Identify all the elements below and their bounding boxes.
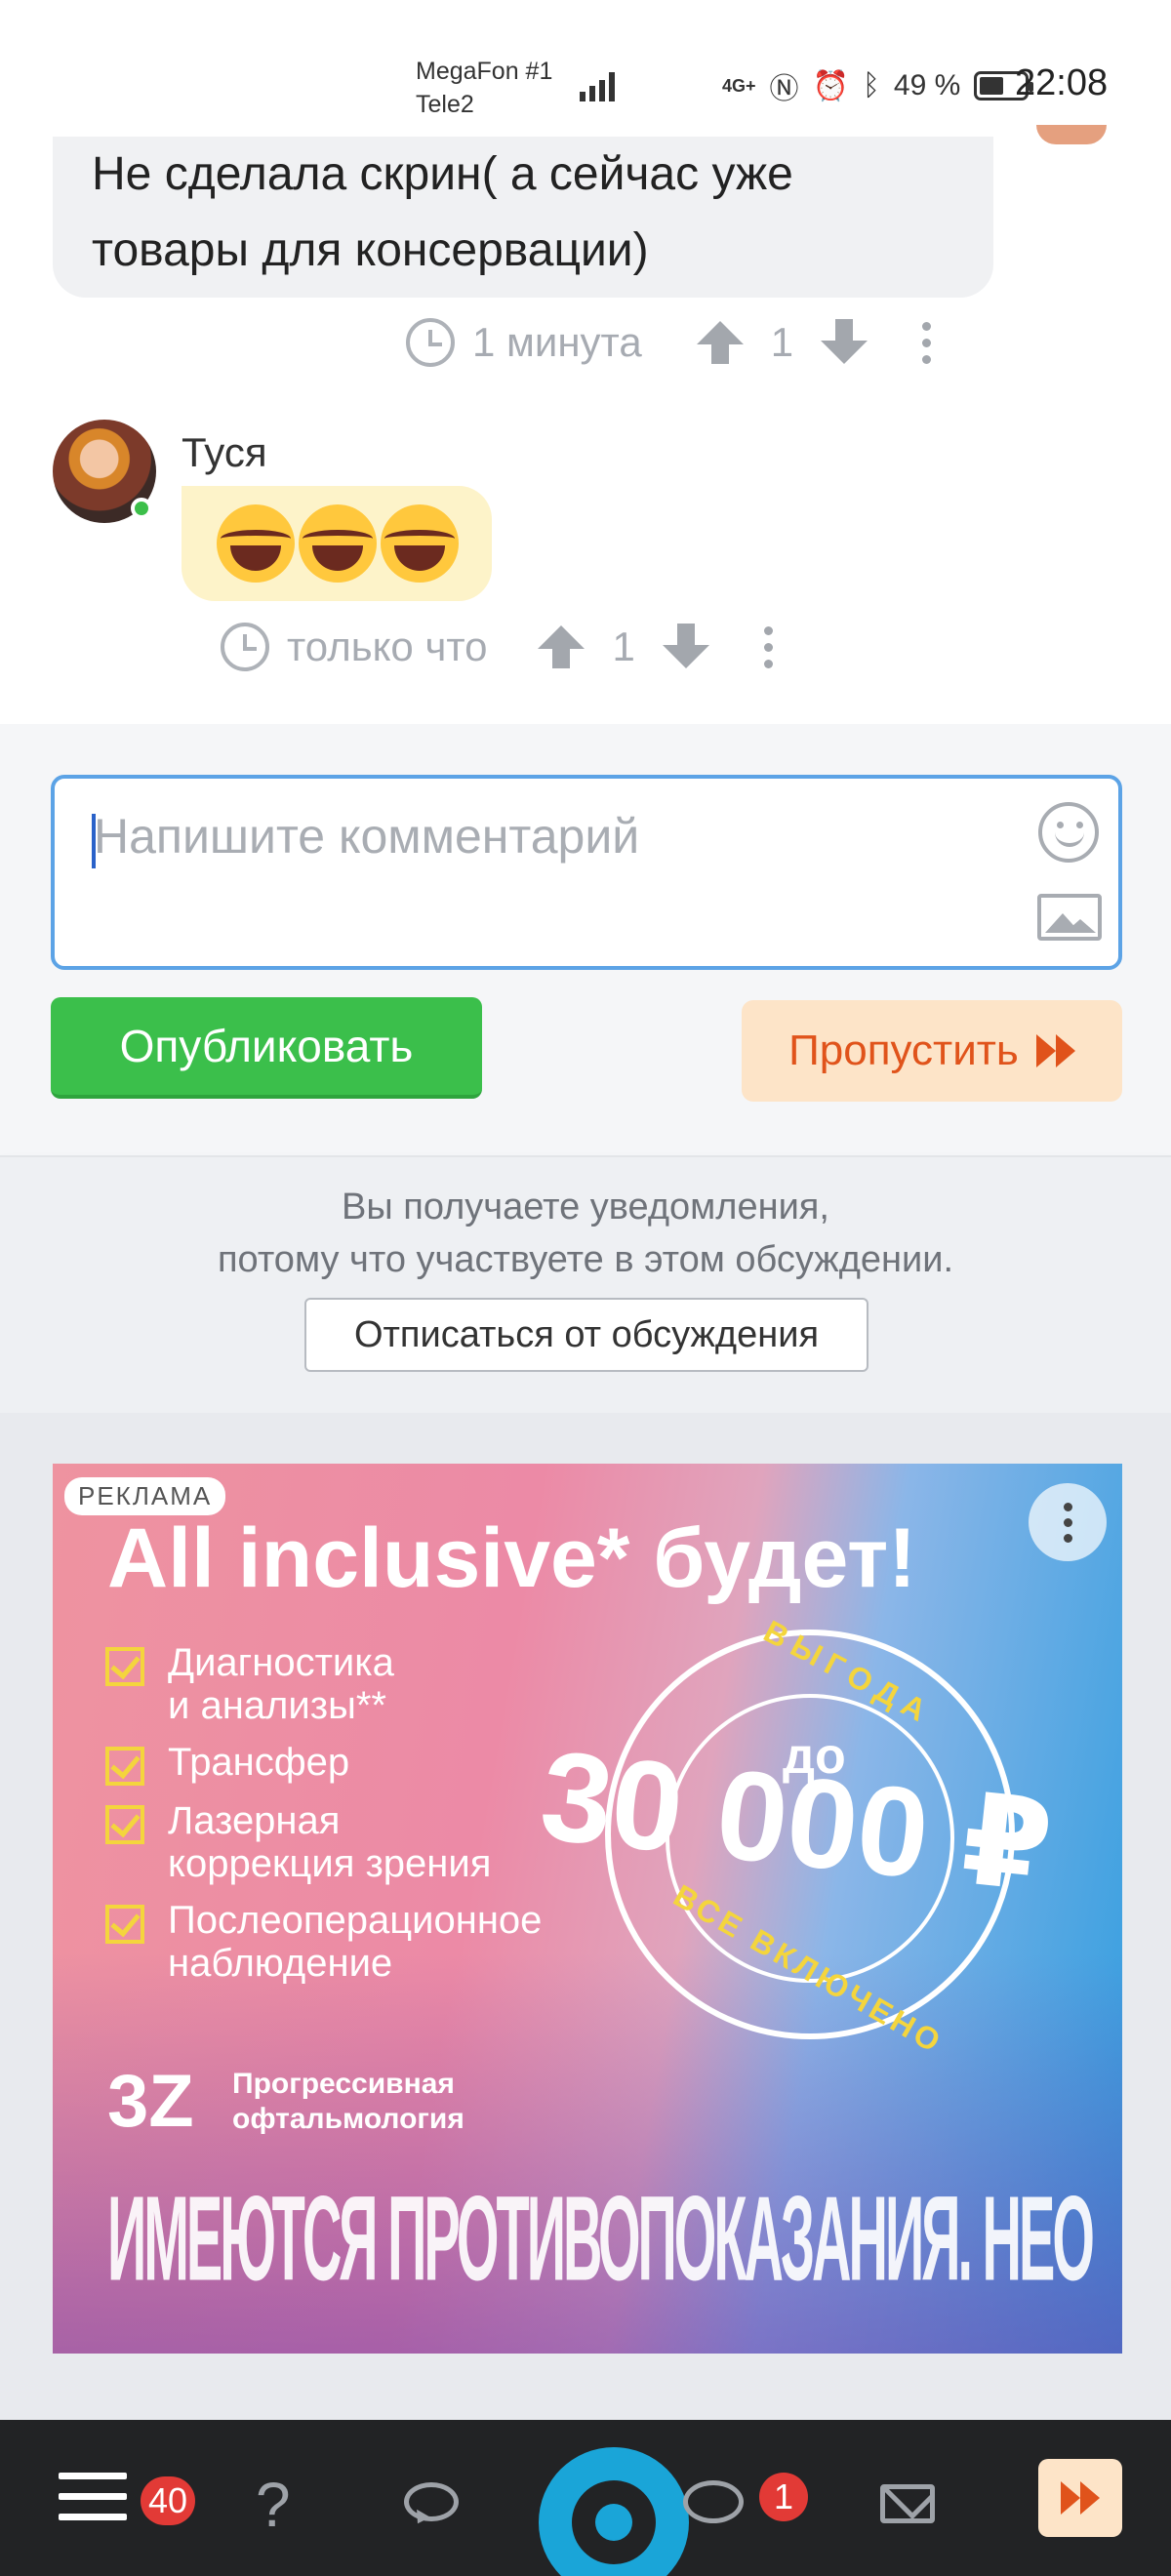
more-options-icon[interactable] xyxy=(763,625,773,668)
ad-logo-text: Прогрессивная офтальмология xyxy=(232,2068,464,2135)
comment-author[interactable]: Туся xyxy=(182,429,267,476)
laughing-emoji-icon xyxy=(217,504,295,583)
attach-image-icon[interactable] xyxy=(1037,894,1102,941)
comment-bubble: Не сделала скрин( а сейчас уже товары дл… xyxy=(53,137,993,298)
ad-feature: Послеоперационное наблюдение xyxy=(105,1899,542,1985)
chats-badge: 1 xyxy=(759,2473,808,2521)
comment-icon[interactable] xyxy=(404,2482,459,2521)
unsubscribe-button[interactable]: Отписаться от обсуждения xyxy=(304,1298,868,1372)
nfc-icon: Ⓝ xyxy=(769,73,799,105)
checkbox-icon xyxy=(105,1647,144,1686)
clock-icon xyxy=(221,623,269,671)
notice-line-1: Вы получаете уведомления, xyxy=(342,1187,829,1228)
ad-headline: All inclusive* будет! xyxy=(107,1511,916,1605)
ad-feature-text: Диагностика и анализы** xyxy=(168,1641,394,1727)
battery-percent: 49 % xyxy=(893,69,961,101)
laughing-emoji-icon xyxy=(299,504,377,583)
bluetooth-icon: ᛒ xyxy=(862,69,880,101)
clock-icon xyxy=(406,318,455,367)
downvote-icon[interactable] xyxy=(821,319,868,364)
downvote-icon[interactable] xyxy=(662,624,709,668)
skip-button-label: Пропустить xyxy=(788,1026,1019,1074)
laughing-emoji-icon xyxy=(381,504,459,583)
more-options-icon[interactable] xyxy=(922,321,932,364)
fast-forward-icon xyxy=(1035,1034,1075,1067)
question-icon[interactable]: ? xyxy=(256,2469,291,2541)
avatar[interactable] xyxy=(1036,125,1107,144)
chats-icon[interactable] xyxy=(683,2480,744,2523)
menu-icon[interactable] xyxy=(59,2473,127,2520)
comment-text: Не сделала скрин( а сейчас уже товары дл… xyxy=(92,148,793,276)
skip-nav-button[interactable] xyxy=(1038,2459,1122,2537)
comment-input[interactable]: Напишите комментарий xyxy=(51,775,1122,970)
upvote-icon[interactable] xyxy=(538,625,586,668)
comment-bubble xyxy=(182,486,492,601)
emoji-picker-icon[interactable] xyxy=(1038,802,1099,863)
ad-feature: Трансфер xyxy=(105,1741,542,1786)
checkbox-icon xyxy=(105,1805,144,1844)
comment-meta: 1 минута 1 xyxy=(406,318,932,367)
ad-feature-text: Лазерная коррекция зрения xyxy=(168,1799,492,1885)
checkbox-icon xyxy=(105,1905,144,1944)
ad-label: РЕКЛАМА xyxy=(64,1477,226,1515)
publish-button[interactable]: Опубликовать xyxy=(51,997,482,1099)
checkbox-icon xyxy=(105,1747,144,1786)
carrier-names: MegaFon #1 Tele2 xyxy=(416,55,552,121)
ad-feature: Лазерная коррекция зрения xyxy=(105,1799,542,1885)
subscription-notice: Вы получаете уведомления, потому что уча… xyxy=(0,1155,1171,1413)
status-icons: 4G+ Ⓝ ⏰ ᛒ 49 % xyxy=(722,64,1034,107)
carrier-1: MegaFon #1 xyxy=(416,58,553,85)
ad-banner[interactable]: РЕКЛАМА All inclusive* будет! Диагностик… xyxy=(53,1464,1122,2354)
ad-disclaimer: ИМЕЮТСЯ ПРОТИВОПОКАЗАНИЯ. НЕОБХОДИМА КОН… xyxy=(107,2170,1093,2306)
ad-options-icon[interactable] xyxy=(1029,1483,1107,1561)
vote-count: 1 xyxy=(770,319,794,365)
online-status-dot xyxy=(131,498,152,519)
menu-badge: 40 xyxy=(141,2476,196,2525)
ad-feature-text: Трансфер xyxy=(168,1741,350,1784)
fast-forward-icon xyxy=(1061,2481,1100,2515)
comment-time: только что xyxy=(287,624,488,669)
ad-feature-text: Послеоперационное наблюдение xyxy=(168,1899,543,1985)
upvote-icon[interactable] xyxy=(696,321,744,364)
ad-feature: Диагностика и анализы** xyxy=(105,1641,542,1727)
mail-icon[interactable] xyxy=(880,2484,935,2523)
ad-features: Диагностика и анализы** Трансфер Лазерна… xyxy=(105,1641,542,1998)
comment-time: 1 минута xyxy=(472,319,642,365)
carrier-2: Tele2 xyxy=(416,91,474,118)
skip-button[interactable]: Пропустить xyxy=(742,1000,1122,1102)
alarm-icon: ⏰ xyxy=(812,69,849,102)
comment-meta: только что 1 xyxy=(221,623,773,671)
notice-line-2: потому что участвуете в этом обсуждении. xyxy=(217,1239,954,1280)
vote-count: 1 xyxy=(612,624,635,669)
ad-logo-mark: 3Z xyxy=(107,2060,194,2143)
status-bar: MegaFon #1 Tele2 4G+ Ⓝ ⏰ ᛒ 49 % 22:08 xyxy=(0,0,1171,137)
signal-icon xyxy=(580,66,615,101)
network-type-label: 4G+ xyxy=(722,75,756,96)
comment-input-placeholder: Напишите комментарий xyxy=(94,809,640,864)
clock: 22:08 xyxy=(1015,62,1109,103)
